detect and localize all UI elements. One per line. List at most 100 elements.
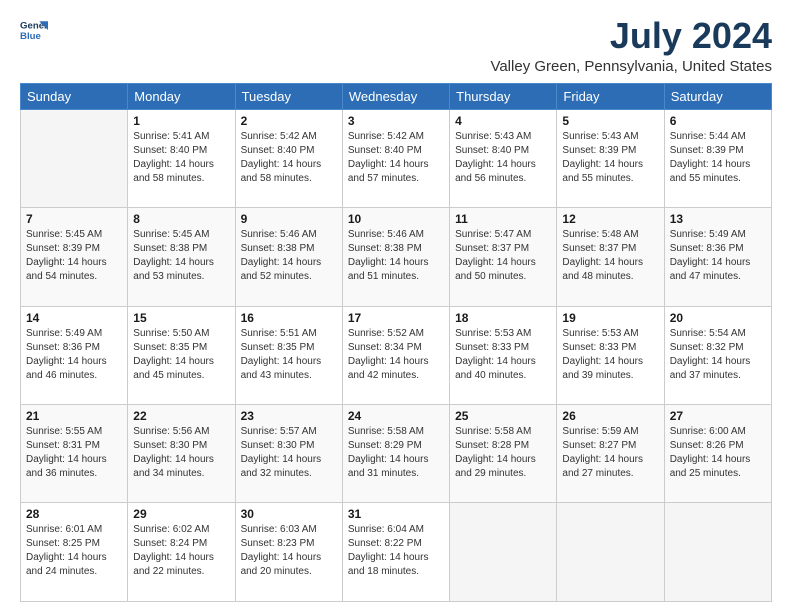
day-number: 6 [670,114,766,128]
calendar-cell: 26 Sunrise: 5:59 AM Sunset: 8:27 PM Dayli… [557,405,664,503]
day-info: Sunrise: 5:56 AM Sunset: 8:30 PM Dayligh… [133,425,229,481]
day-info: Sunrise: 5:58 AM Sunset: 8:28 PM Dayligh… [455,425,551,481]
day-info: Sunrise: 5:43 AM Sunset: 8:40 PM Dayligh… [455,130,551,186]
svg-text:Blue: Blue [20,31,41,42]
day-info: Sunrise: 5:51 AM Sunset: 8:35 PM Dayligh… [241,327,337,383]
day-info: Sunrise: 5:48 AM Sunset: 8:37 PM Dayligh… [562,228,658,284]
day-number: 18 [455,311,551,325]
calendar-cell: 16 Sunrise: 5:51 AM Sunset: 8:35 PM Dayli… [235,306,342,404]
calendar-cell: 5 Sunrise: 5:43 AM Sunset: 8:39 PM Daylig… [557,109,664,207]
calendar-cell: 8Sunrise: 5:45 AM Sunset: 8:38 PM Daylig… [128,208,235,306]
day-info: Sunrise: 5:53 AM Sunset: 8:33 PM Dayligh… [455,327,551,383]
calendar-cell: 11Sunrise: 5:47 AM Sunset: 8:37 PM Dayli… [450,208,557,306]
day-number: 13 [670,212,766,226]
day-number: 16 [241,311,337,325]
calendar-weekday-thursday: Thursday [450,83,557,109]
day-number: 14 [26,311,122,325]
calendar-weekday-tuesday: Tuesday [235,83,342,109]
day-info: Sunrise: 5:44 AM Sunset: 8:39 PM Dayligh… [670,130,766,186]
calendar-cell: 15Sunrise: 5:50 AM Sunset: 8:35 PM Dayli… [128,306,235,404]
calendar-cell: 22 Sunrise: 5:56 AM Sunset: 8:30 PM Dayli… [128,405,235,503]
calendar-cell [450,503,557,602]
day-number: 17 [348,311,444,325]
calendar-week-row: 21 Sunrise: 5:55 AM Sunset: 8:31 PM Dayli… [21,405,772,503]
calendar-weekday-friday: Friday [557,83,664,109]
calendar-cell: 14 Sunrise: 5:49 AM Sunset: 8:36 PM Dayli… [21,306,128,404]
main-title: July 2024 [490,16,772,56]
day-number: 27 [670,409,766,423]
day-number: 2 [241,114,337,128]
calendar-cell: 17 Sunrise: 5:52 AM Sunset: 8:34 PM Dayli… [342,306,449,404]
calendar-cell: 18 Sunrise: 5:53 AM Sunset: 8:33 PM Dayli… [450,306,557,404]
calendar-cell: 31Sunrise: 6:04 AM Sunset: 8:22 PM Dayli… [342,503,449,602]
day-info: Sunrise: 5:45 AM Sunset: 8:39 PM Dayligh… [26,228,122,284]
day-number: 12 [562,212,658,226]
day-number: 25 [455,409,551,423]
day-info: Sunrise: 5:50 AM Sunset: 8:35 PM Dayligh… [133,327,229,383]
day-info: Sunrise: 5:52 AM Sunset: 8:34 PM Dayligh… [348,327,444,383]
calendar-cell [557,503,664,602]
day-info: Sunrise: 5:46 AM Sunset: 8:38 PM Dayligh… [348,228,444,284]
calendar-cell: 27 Sunrise: 6:00 AM Sunset: 8:26 PM Dayli… [664,405,771,503]
day-number: 20 [670,311,766,325]
calendar-weekday-wednesday: Wednesday [342,83,449,109]
calendar-weekday-sunday: Sunday [21,83,128,109]
day-number: 28 [26,507,122,521]
logo-icon: General Blue [20,16,48,44]
day-number: 21 [26,409,122,423]
calendar-weekday-monday: Monday [128,83,235,109]
calendar-week-row: 1 Sunrise: 5:41 AM Sunset: 8:40 PM Daylig… [21,109,772,207]
calendar-week-row: 7 Sunrise: 5:45 AM Sunset: 8:39 PM Daylig… [21,208,772,306]
calendar-week-row: 14 Sunrise: 5:49 AM Sunset: 8:36 PM Dayli… [21,306,772,404]
logo: General Blue [20,16,48,44]
day-info: Sunrise: 5:57 AM Sunset: 8:30 PM Dayligh… [241,425,337,481]
calendar-cell: 7 Sunrise: 5:45 AM Sunset: 8:39 PM Daylig… [21,208,128,306]
calendar-cell: 25 Sunrise: 5:58 AM Sunset: 8:28 PM Dayli… [450,405,557,503]
calendar-cell: 19 Sunrise: 5:53 AM Sunset: 8:33 PM Dayli… [557,306,664,404]
title-block: July 2024 Valley Green, Pennsylvania, Un… [490,16,772,75]
day-info: Sunrise: 6:00 AM Sunset: 8:26 PM Dayligh… [670,425,766,481]
day-info: Sunrise: 5:42 AM Sunset: 8:40 PM Dayligh… [241,130,337,186]
day-info: Sunrise: 6:02 AM Sunset: 8:24 PM Dayligh… [133,523,229,579]
day-info: Sunrise: 6:03 AM Sunset: 8:23 PM Dayligh… [241,523,337,579]
day-info: Sunrise: 5:49 AM Sunset: 8:36 PM Dayligh… [670,228,766,284]
day-number: 30 [241,507,337,521]
calendar-cell [664,503,771,602]
calendar-cell: 6 Sunrise: 5:44 AM Sunset: 8:39 PM Daylig… [664,109,771,207]
day-number: 29 [133,507,229,521]
day-info: Sunrise: 5:42 AM Sunset: 8:40 PM Dayligh… [348,130,444,186]
day-number: 8 [133,212,229,226]
day-number: 24 [348,409,444,423]
day-number: 23 [241,409,337,423]
day-info: Sunrise: 5:53 AM Sunset: 8:33 PM Dayligh… [562,327,658,383]
calendar-cell: 23 Sunrise: 5:57 AM Sunset: 8:30 PM Dayli… [235,405,342,503]
day-number: 9 [241,212,337,226]
calendar-cell: 21 Sunrise: 5:55 AM Sunset: 8:31 PM Dayli… [21,405,128,503]
day-number: 1 [133,114,229,128]
calendar-weekday-saturday: Saturday [664,83,771,109]
day-number: 3 [348,114,444,128]
subtitle: Valley Green, Pennsylvania, United State… [490,58,772,75]
day-info: Sunrise: 5:49 AM Sunset: 8:36 PM Dayligh… [26,327,122,383]
day-number: 5 [562,114,658,128]
calendar-cell: 29 Sunrise: 6:02 AM Sunset: 8:24 PM Dayli… [128,503,235,602]
day-info: Sunrise: 5:55 AM Sunset: 8:31 PM Dayligh… [26,425,122,481]
calendar-cell: 3 Sunrise: 5:42 AM Sunset: 8:40 PM Daylig… [342,109,449,207]
calendar-table: SundayMondayTuesdayWednesdayThursdayFrid… [20,83,772,602]
day-info: Sunrise: 5:58 AM Sunset: 8:29 PM Dayligh… [348,425,444,481]
calendar-cell: 9 Sunrise: 5:46 AM Sunset: 8:38 PM Daylig… [235,208,342,306]
day-number: 22 [133,409,229,423]
calendar-cell: 28Sunrise: 6:01 AM Sunset: 8:25 PM Dayli… [21,503,128,602]
day-number: 10 [348,212,444,226]
day-number: 19 [562,311,658,325]
day-info: Sunrise: 5:59 AM Sunset: 8:27 PM Dayligh… [562,425,658,481]
calendar-cell: 24 Sunrise: 5:58 AM Sunset: 8:29 PM Dayli… [342,405,449,503]
day-info: Sunrise: 5:41 AM Sunset: 8:40 PM Dayligh… [133,130,229,186]
day-number: 7 [26,212,122,226]
calendar-cell: 2 Sunrise: 5:42 AM Sunset: 8:40 PM Daylig… [235,109,342,207]
day-info: Sunrise: 5:46 AM Sunset: 8:38 PM Dayligh… [241,228,337,284]
header: General Blue July 2024 Valley Green, Pen… [20,16,772,75]
day-number: 26 [562,409,658,423]
calendar-header-row: SundayMondayTuesdayWednesdayThursdayFrid… [21,83,772,109]
day-info: Sunrise: 5:43 AM Sunset: 8:39 PM Dayligh… [562,130,658,186]
